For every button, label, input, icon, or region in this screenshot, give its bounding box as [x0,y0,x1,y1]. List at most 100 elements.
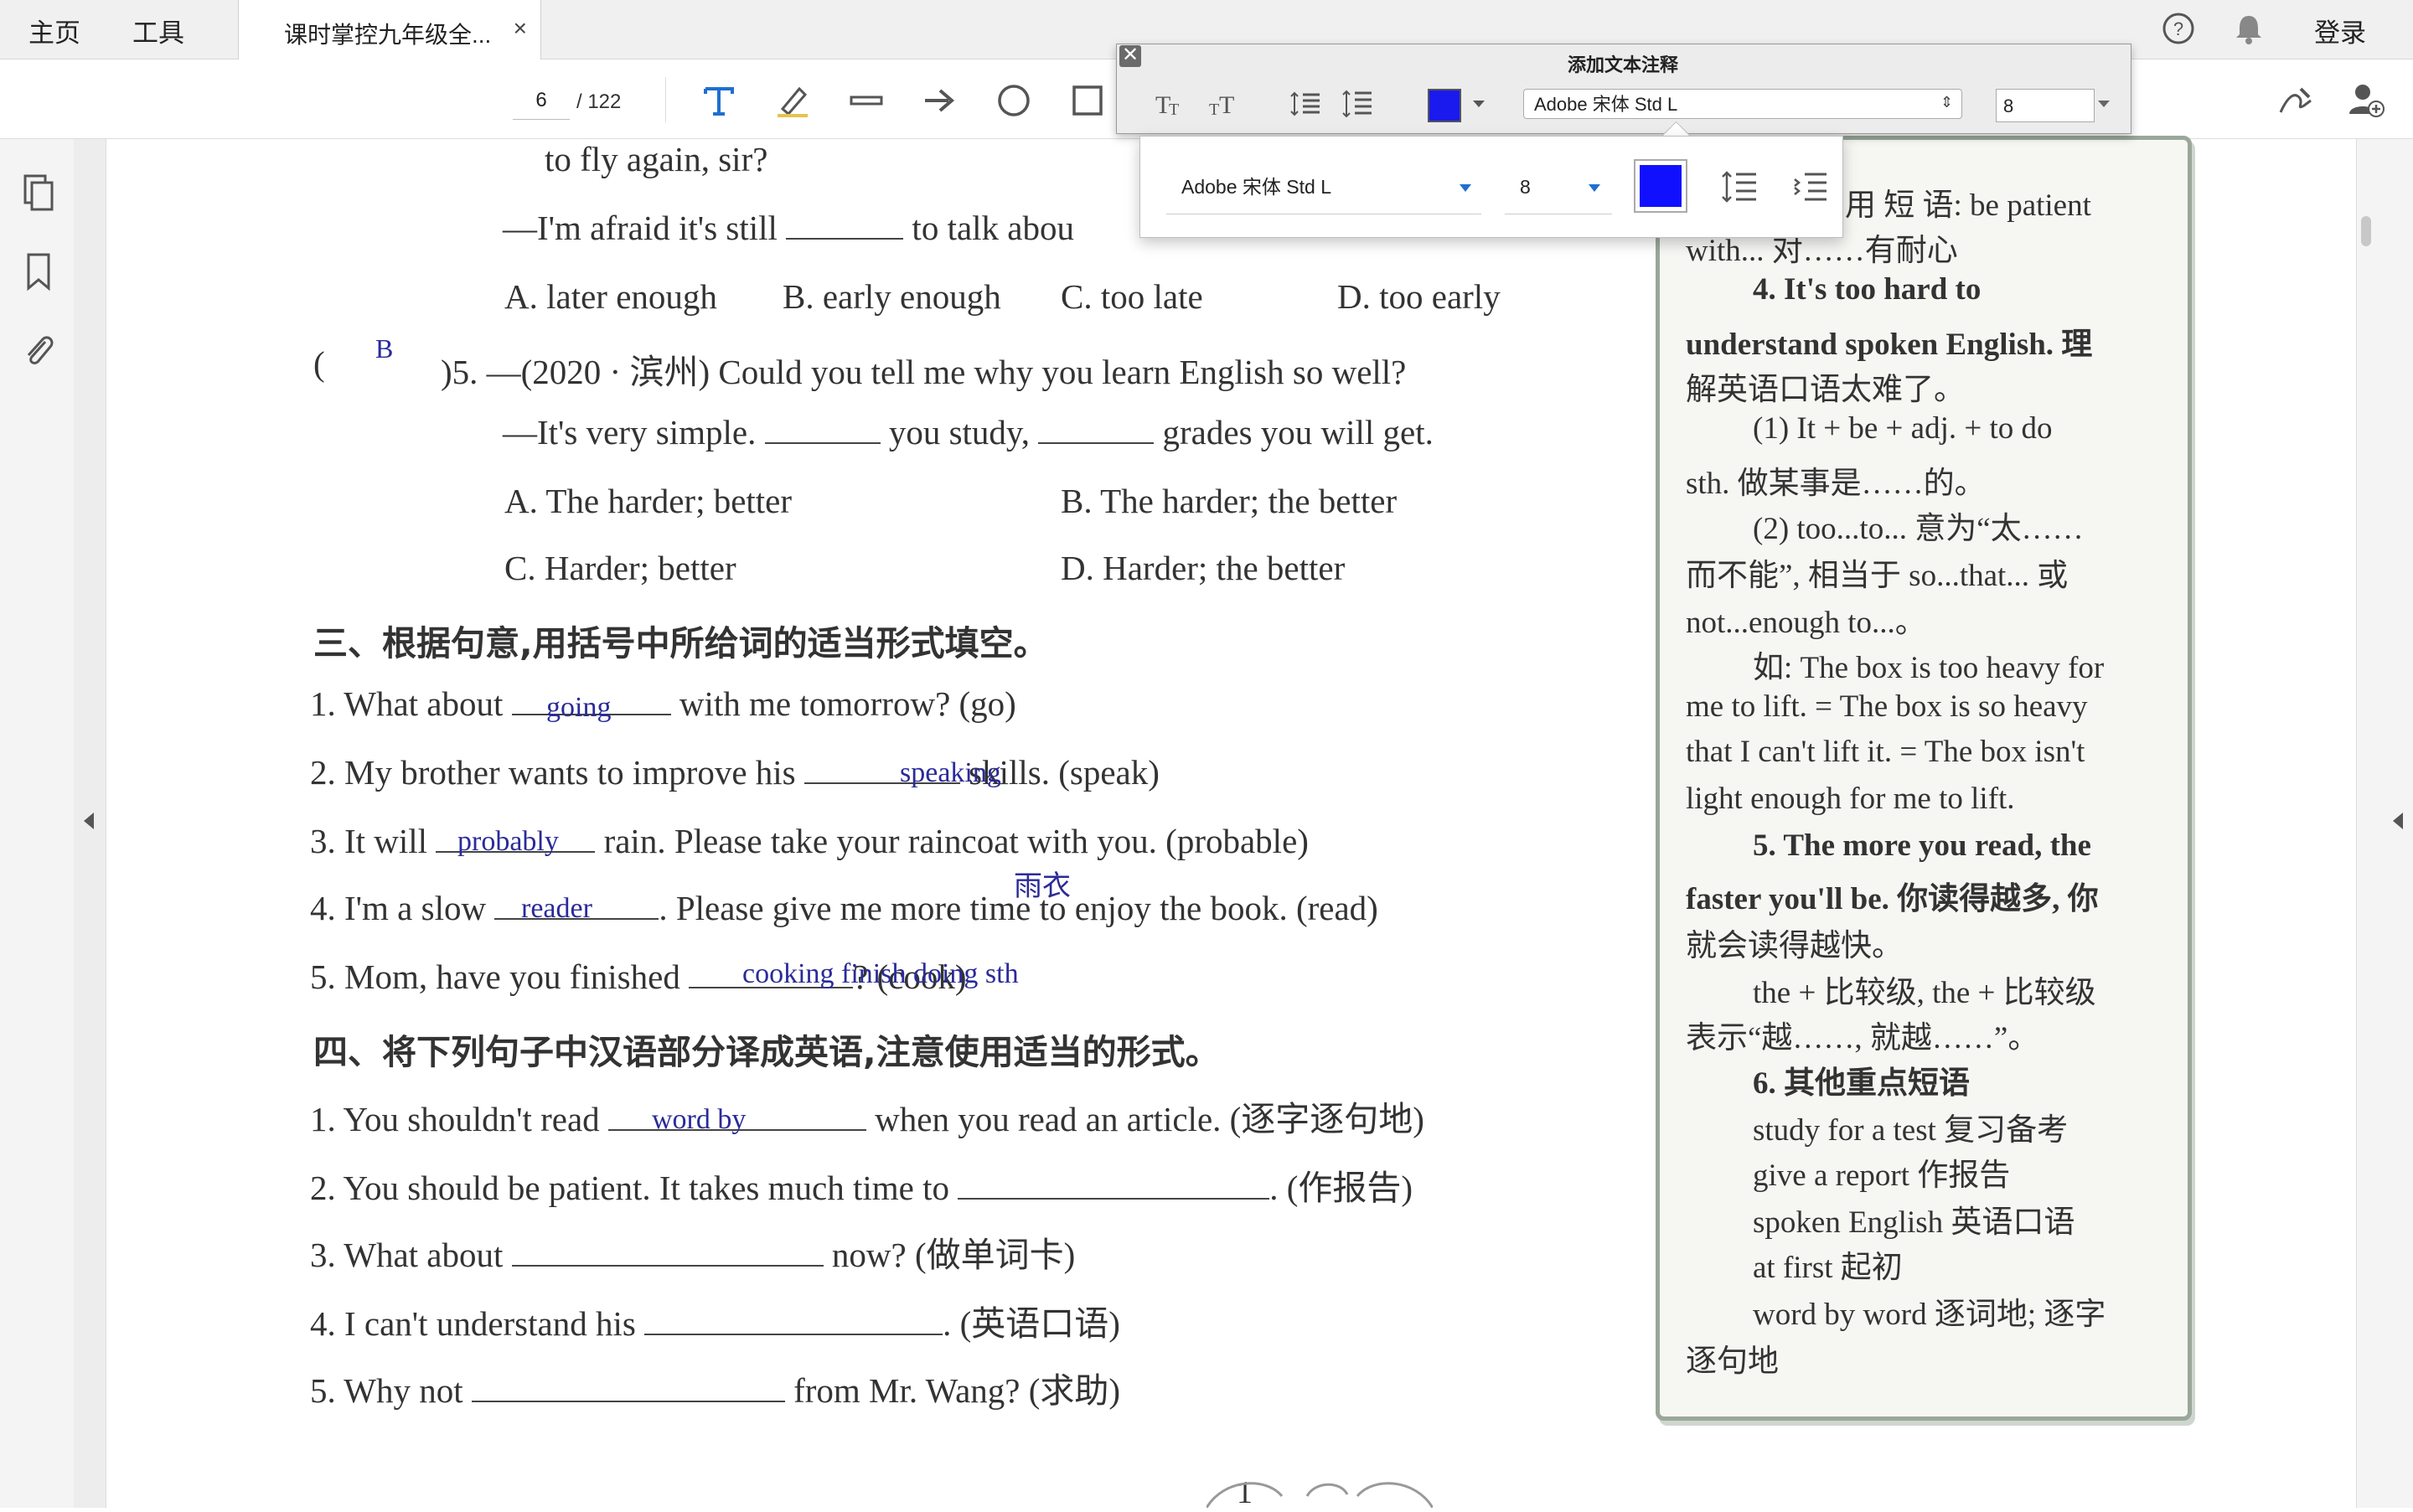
page-number-input[interactable]: 6 [513,82,570,120]
handwritten-answer[interactable]: reader [521,893,592,925]
question-5: )5. —(2020 · 滨州) Could you tell me why y… [441,353,1407,391]
tab-document[interactable]: 课时掌控九年级全... × [238,0,541,59]
document-tab-title: 课时掌控九年级全... [284,22,492,48]
text-size-up-icon[interactable]: TT [1206,87,1240,121]
handwritten-answer[interactable]: cooking finish doing sth [742,958,1019,990]
scrollbar-thumb[interactable] [2361,216,2371,246]
chevron-down-icon[interactable] [2098,101,2110,107]
note-line: faster you'll be. 你读得越多, 你 [1686,882,2099,916]
font-size-input[interactable]: 8 [1996,89,2095,122]
note-line: me to lift. = The box is so heavy [1686,689,2088,724]
question-bracket: ( [313,344,325,383]
section-4-title: 四、将下列句子中汉语部分译成英语,注意使用适当的形式。 [313,1032,1220,1072]
handwritten-answer[interactable]: going [546,692,611,724]
option: A. later enough [504,277,717,316]
add-user-icon[interactable] [2343,77,2390,124]
doc-line: to fly again, sir? [545,140,768,178]
bookmark-icon[interactable] [23,251,54,292]
chevron-down-icon[interactable] [1589,184,1600,192]
note-line: that I can't lift it. = The box isn't [1686,735,2085,769]
handwritten-answer[interactable]: word by [652,1104,746,1136]
text-size-down-icon[interactable]: TT [1153,87,1186,121]
note-line: not...enough to...。 [1686,606,1926,640]
tab-tools[interactable]: 工具 [132,12,184,49]
note-line: light enough for me to lift. [1686,782,2015,816]
rectangle-tool-icon[interactable] [1064,77,1111,124]
svg-text:T: T [1169,101,1179,118]
handwritten-answer[interactable]: B [375,333,393,364]
option: C. too late [1061,277,1203,316]
font-select[interactable]: Adobe 宋体 Std L [1523,89,1962,119]
expand-left-icon[interactable] [84,813,94,829]
svg-text:?: ? [2173,18,2183,39]
doc-line: —It's very simple. you study, grades you… [503,413,1434,452]
note-line: 解英语口语太难了。 [1686,373,1965,407]
expand-right-icon[interactable] [2393,813,2403,829]
option: D. too early [1337,277,1501,316]
bell-icon[interactable] [2232,12,2266,45]
paragraph-spacing-icon[interactable] [1791,168,1828,204]
pages-icon[interactable] [22,173,55,213]
note-line: understand spoken English. 理 [1686,328,2093,362]
tab-home[interactable]: 主页 [28,12,80,49]
attachment-icon[interactable] [20,330,55,370]
highlight-pen-icon[interactable] [769,77,816,124]
exercise-line: 4. I'm a slow . Please give me more time… [310,889,1378,927]
note-line: give a report 作报告 [1753,1159,2011,1193]
note-line: (1) It + be + adj. + to do [1753,411,2053,446]
scrollbar[interactable] [2359,139,2374,1508]
note-line: 4. It's too hard to [1753,272,1982,307]
option: C. Harder; better [504,549,736,587]
exercise-line: 1. What about with me tomorrow? (go) [310,684,1016,723]
section-3-title: 三、根据句意,用括号中所给词的适当形式填空。 [313,623,1048,663]
page-ornament [1205,1471,1434,1509]
add-text-icon[interactable] [695,77,742,124]
select-updown-icon[interactable]: ⇕ [1940,94,1953,111]
page-total: / 122 [576,90,622,113]
option: B. early enough [783,277,1001,316]
note-line: 表示“越……, 就越……”。 [1686,1021,2039,1055]
chevron-down-icon[interactable] [1460,184,1471,192]
note-line: 6. 其他重点短语 [1753,1066,1970,1101]
note-line: sth. 做某事是……的。 [1686,467,1986,501]
exercise-line: 2. My brother wants to improve his skill… [310,753,1160,792]
note-line: 5. The more you read, the [1753,828,2091,863]
annotation-toolbar-title: 添加文本注释 [1567,54,1678,75]
line-spacing-decrease-icon[interactable] [1289,87,1322,121]
color-fill [1640,165,1682,207]
help-icon[interactable]: ? [2162,12,2195,45]
line-spacing-increase-icon[interactable] [1341,87,1374,121]
login-button[interactable]: 登录 [2314,12,2366,49]
arrow-tool-icon[interactable] [917,77,964,124]
option: A. The harder; better [504,482,793,520]
note-line: at first 起初 [1753,1251,1903,1285]
line-tool-icon[interactable] [843,77,890,124]
chevron-down-icon[interactable] [1473,101,1485,107]
text-color-swatch[interactable] [1428,89,1461,122]
svg-text:T: T [1209,101,1219,118]
handwritten-answer[interactable]: probably [457,826,559,858]
note-line: 逐句地 [1686,1344,1779,1379]
option: B. The harder; the better [1061,482,1398,520]
note-line: 就会读得越快。 [1686,929,1903,963]
note-line: study for a test 复习备考 [1753,1113,2069,1148]
close-tab-icon[interactable]: × [514,15,527,42]
doc-line: —I'm afraid it's still to talk abou [503,209,1074,247]
line-spacing-icon[interactable] [1721,168,1758,204]
note-line: spoken English 英语口语 [1753,1205,2075,1240]
exercise-line: 2. You should be patient. It takes much … [310,1169,1413,1207]
popover-color-swatch[interactable] [1634,159,1687,213]
popover-font-select[interactable]: Adobe 宋体 Std L [1166,168,1481,214]
exercise-line: 5. Why not from Mr. Wang? (求助) [310,1371,1121,1410]
exercise-line: 3. What about now? (做单词卡) [310,1236,1076,1274]
exercise-line: 1. You shouldn't read when you read an a… [310,1100,1424,1138]
toolbar-divider [665,77,666,122]
sign-icon[interactable] [2272,77,2319,124]
note-line: word by word 逐词地; 逐字 [1753,1298,2106,1332]
option: D. Harder; the better [1061,549,1346,587]
svg-text:T: T [1219,91,1234,118]
note-line: (2) too...to... 意为“太…… [1753,512,2084,546]
note-line: the + 比较级, the + 比较级 [1753,976,2096,1010]
circle-tool-icon[interactable] [990,77,1037,124]
handwritten-answer[interactable]: speaking [900,757,1001,789]
